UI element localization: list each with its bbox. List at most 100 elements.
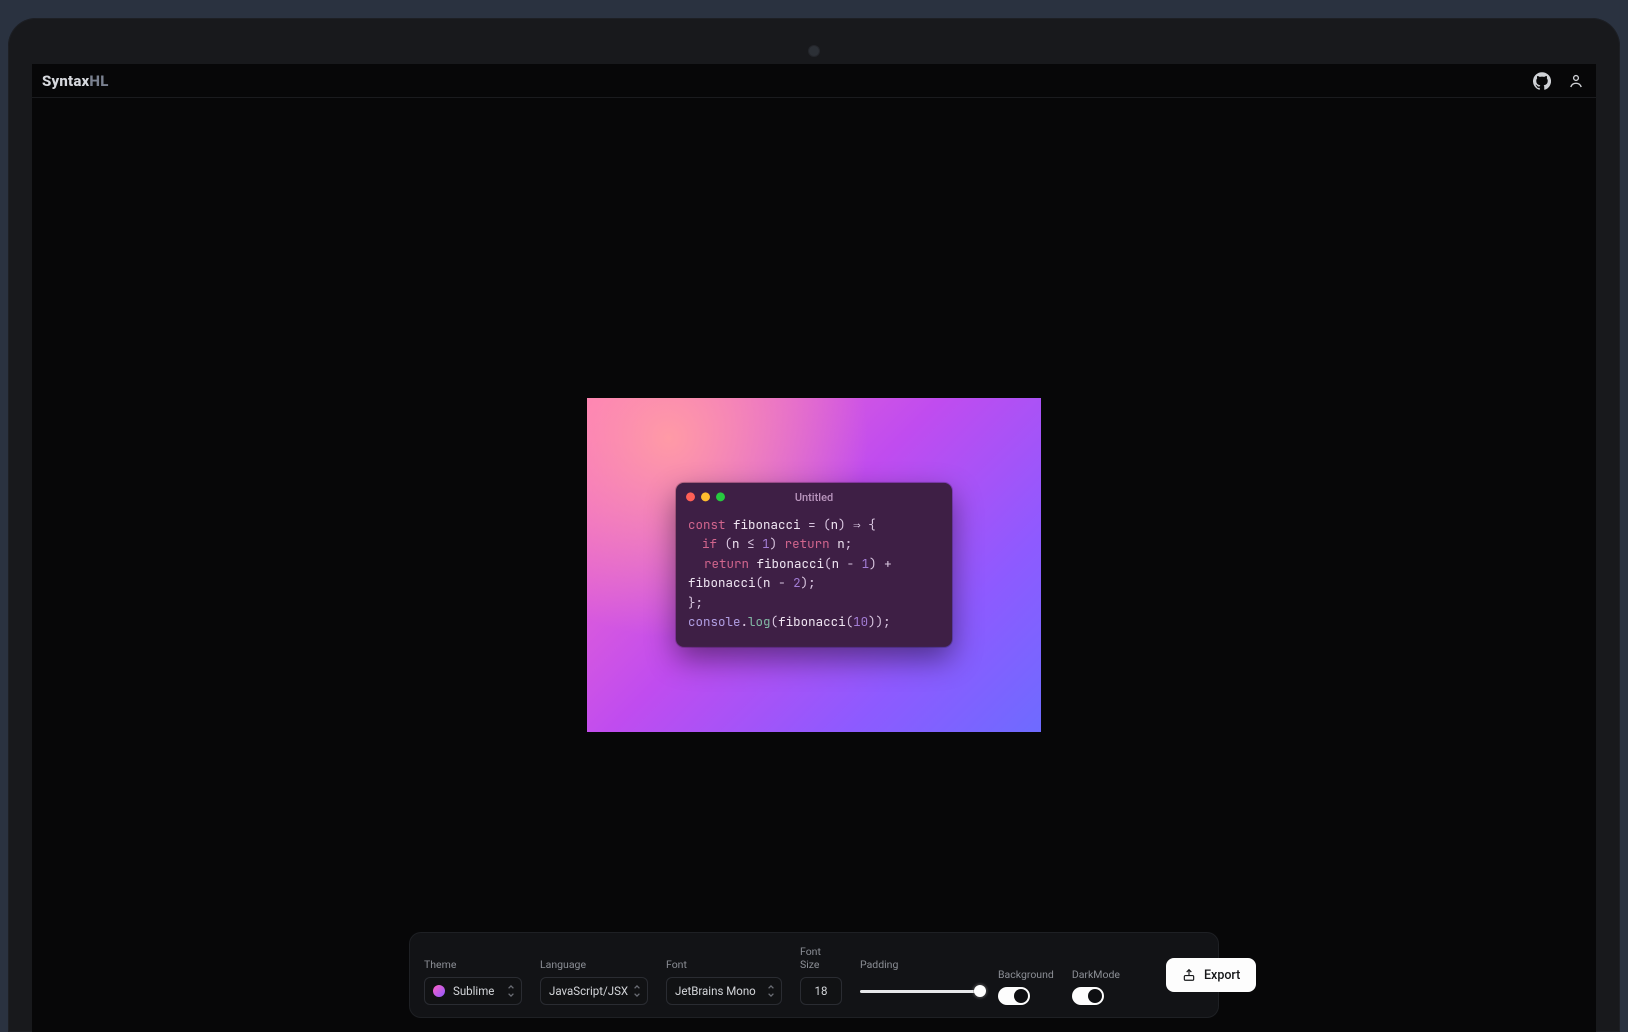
window-titlebar: Untitled: [676, 483, 952, 511]
token-number: 2: [793, 574, 801, 591]
token-paren: ): [770, 535, 778, 552]
chevron-updown-icon: [507, 985, 515, 998]
token-op: +: [884, 555, 892, 572]
token-number: 10: [853, 613, 868, 630]
token-identifier: fibonacci: [688, 574, 756, 591]
font-value: JetBrains Mono: [675, 984, 756, 998]
token-identifier: fibonacci: [757, 555, 825, 572]
theme-value: Sublime: [453, 984, 494, 998]
token-op: ;: [845, 535, 853, 552]
background-gradient: Untitled const fibonacci = (n) ⇒ { if (n…: [587, 398, 1041, 732]
token-paren: (: [771, 613, 779, 630]
token-brace: }: [688, 593, 696, 610]
fontsize-value: 18: [815, 984, 828, 998]
app-header: SyntaxHL: [32, 64, 1596, 98]
chevron-updown-icon: [767, 985, 775, 998]
token-op: ≤: [747, 535, 755, 552]
token-number: 1: [862, 555, 870, 572]
background-toggle[interactable]: [998, 987, 1030, 1005]
user-icon[interactable]: [1566, 71, 1586, 91]
token-keyword: const: [688, 516, 726, 533]
preview-canvas: Untitled const fibonacci = (n) ⇒ { if (n…: [32, 98, 1596, 1032]
token-paren: ): [801, 574, 809, 591]
export-label: Export: [1204, 968, 1240, 983]
token-paren: ): [838, 516, 846, 533]
token-paren: (: [823, 516, 831, 533]
token-keyword: if: [702, 535, 717, 552]
fontsize-control: Font Size 18: [800, 945, 842, 1005]
toggle-knob: [1014, 989, 1028, 1003]
minimize-icon: [701, 492, 710, 501]
close-icon: [686, 492, 695, 501]
padding-slider[interactable]: [860, 977, 980, 1005]
token-op: =: [808, 516, 816, 533]
brand-logo: SyntaxHL: [42, 72, 109, 90]
language-control: Language JavaScript/JSX: [540, 958, 648, 1005]
token-paren: ): [869, 555, 877, 572]
camera-dot: [809, 46, 819, 56]
token-object: console: [688, 613, 741, 630]
language-label: Language: [540, 958, 648, 971]
github-icon[interactable]: [1532, 71, 1552, 91]
background-control: Background: [998, 968, 1054, 1005]
toggle-knob: [1088, 989, 1102, 1003]
padding-label: Padding: [860, 958, 980, 971]
chevron-updown-icon: [633, 985, 641, 998]
traffic-lights: [686, 492, 725, 501]
token-paren: (: [756, 574, 764, 591]
token-paren: (: [725, 535, 733, 552]
font-control: Font JetBrains Mono: [666, 958, 782, 1005]
fontsize-input[interactable]: 18: [800, 977, 842, 1005]
share-icon: [1182, 968, 1196, 982]
token-paren: (: [846, 613, 854, 630]
language-value: JavaScript/JSX: [549, 984, 628, 998]
token-number: 1: [762, 535, 770, 552]
token-identifier: fibonacci: [733, 516, 801, 533]
token-paren: ): [868, 613, 876, 630]
theme-swatch-icon: [433, 985, 445, 997]
token-identifier: n: [732, 535, 740, 552]
brand-accent: HL: [89, 72, 108, 90]
token-paren: (: [824, 555, 832, 572]
slider-thumb[interactable]: [974, 985, 986, 997]
language-select[interactable]: JavaScript/JSX: [540, 977, 648, 1005]
padding-control: Padding: [860, 958, 980, 1005]
token-identifier: n: [831, 516, 839, 533]
font-label: Font: [666, 958, 782, 971]
export-button[interactable]: Export: [1166, 958, 1256, 992]
token-paren: ): [876, 613, 884, 630]
maximize-icon: [716, 492, 725, 501]
darkmode-control: DarkMode: [1072, 968, 1120, 1005]
token-arrow: ⇒: [853, 516, 861, 533]
token-keyword: return: [785, 535, 830, 552]
token-identifier: n: [837, 535, 845, 552]
token-keyword: return: [704, 555, 749, 572]
token-identifier: n: [763, 574, 771, 591]
token-op: -: [778, 574, 786, 591]
token-op: .: [741, 613, 749, 630]
token-op: ;: [696, 593, 704, 610]
code-window: Untitled const fibonacci = (n) ⇒ { if (n…: [676, 483, 952, 647]
brand-main: Syntax: [42, 72, 89, 90]
slider-track: [860, 990, 980, 993]
device-frame: SyntaxHL: [8, 18, 1620, 1032]
control-bar: Theme Sublime Language JavaScript/JSX: [409, 932, 1219, 1018]
token-brace: {: [868, 516, 876, 533]
code-editor[interactable]: const fibonacci = (n) ⇒ { if (n ≤ 1) ret…: [676, 511, 952, 647]
theme-control: Theme Sublime: [424, 958, 522, 1005]
darkmode-toggle[interactable]: [1072, 987, 1104, 1005]
app-screen: SyntaxHL: [32, 64, 1596, 1032]
window-title[interactable]: Untitled: [795, 490, 833, 503]
font-select[interactable]: JetBrains Mono: [666, 977, 782, 1005]
token-method: log: [748, 613, 771, 630]
theme-select[interactable]: Sublime: [424, 977, 522, 1005]
token-identifier: n: [832, 555, 840, 572]
darkmode-label: DarkMode: [1072, 968, 1120, 981]
token-op: ;: [883, 613, 891, 630]
token-op: ;: [808, 574, 816, 591]
fontsize-label: Font Size: [800, 945, 842, 971]
token-identifier: fibonacci: [778, 613, 846, 630]
background-label: Background: [998, 968, 1054, 981]
token-op: -: [847, 555, 855, 572]
theme-label: Theme: [424, 958, 522, 971]
